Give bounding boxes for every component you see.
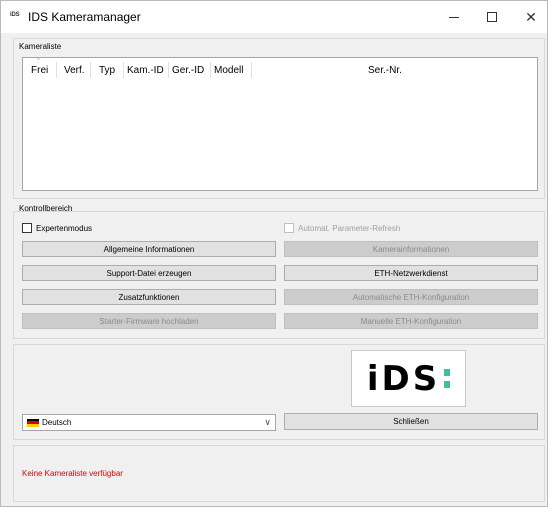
column-separator[interactable]: [251, 62, 252, 78]
ids-logo-icon: iDS: [366, 358, 451, 399]
main-window: iDS IDS Kameramanager ✕ Kameraliste ^ Fr…: [0, 0, 548, 507]
column-header-model[interactable]: Modell: [214, 65, 243, 76]
window-title: IDS Kameramanager: [28, 10, 141, 24]
auto-refresh-label: Automat. Parameter-Refresh: [298, 223, 401, 233]
eth-network-service-button[interactable]: ETH-Netzwerkdienst: [284, 265, 538, 281]
app-logo-icon: iDS: [10, 12, 20, 18]
expert-mode-label: Expertenmodus: [36, 223, 93, 233]
maximize-icon: [487, 12, 497, 22]
control-area-label: Kontrollbereich: [19, 204, 73, 213]
minimize-icon: [449, 16, 459, 18]
sort-indicator-icon: ^: [37, 58, 40, 64]
additional-functions-button[interactable]: Zusatzfunktionen: [22, 289, 276, 305]
starter-firmware-button[interactable]: Starter-Firmware hochladen: [22, 313, 276, 329]
expert-mode-checkbox[interactable]: Expertenmodus: [22, 223, 92, 233]
column-separator[interactable]: [56, 62, 57, 78]
column-separator[interactable]: [210, 62, 211, 78]
column-header-camera-id[interactable]: Kam.-ID: [127, 65, 164, 76]
ids-logo-accent: [444, 369, 451, 388]
general-info-button[interactable]: Allgemeine Informationen: [22, 241, 276, 257]
chevron-down-icon: ∨: [264, 417, 271, 427]
language-value: Deutsch: [42, 418, 72, 427]
column-separator[interactable]: [168, 62, 169, 78]
column-header-type[interactable]: Typ: [99, 65, 115, 76]
close-button[interactable]: Schließen: [284, 413, 538, 430]
auto-eth-config-button[interactable]: Automatische ETH-Konfiguration: [284, 289, 538, 305]
manual-eth-config-button[interactable]: Manuelle ETH-Konfiguration: [284, 313, 538, 329]
expert-mode-box[interactable]: [22, 223, 32, 233]
column-header-free[interactable]: Frei: [31, 65, 48, 76]
ids-logo-letters: iDS: [366, 358, 441, 399]
ids-logo: iDS: [351, 350, 466, 407]
column-separator[interactable]: [123, 62, 124, 78]
language-select[interactable]: Deutsch ∨: [22, 414, 276, 431]
close-window-button[interactable]: ✕: [508, 1, 548, 33]
camera-list-table[interactable]: ^ Frei Verf. Typ Kam.-ID Ger.-ID Modell …: [22, 57, 538, 191]
auto-refresh-checkbox[interactable]: Automat. Parameter-Refresh: [284, 223, 400, 233]
camera-list-label: Kameraliste: [19, 42, 62, 51]
column-header-device-id[interactable]: Ger.-ID: [172, 65, 204, 76]
close-icon: ✕: [525, 9, 537, 25]
camera-info-button[interactable]: Kamerainformationen: [284, 241, 538, 257]
support-file-button[interactable]: Support-Datei erzeugen: [22, 265, 276, 281]
column-header-serial[interactable]: Ser.-Nr.: [368, 65, 402, 76]
status-message: Keine Kameraliste verfügbar: [22, 469, 123, 478]
column-header-access[interactable]: Verf.: [64, 65, 85, 76]
title-bar: iDS IDS Kameramanager ✕: [1, 1, 547, 33]
german-flag-icon: [27, 418, 39, 427]
column-separator[interactable]: [90, 62, 91, 78]
auto-refresh-box[interactable]: [284, 223, 294, 233]
